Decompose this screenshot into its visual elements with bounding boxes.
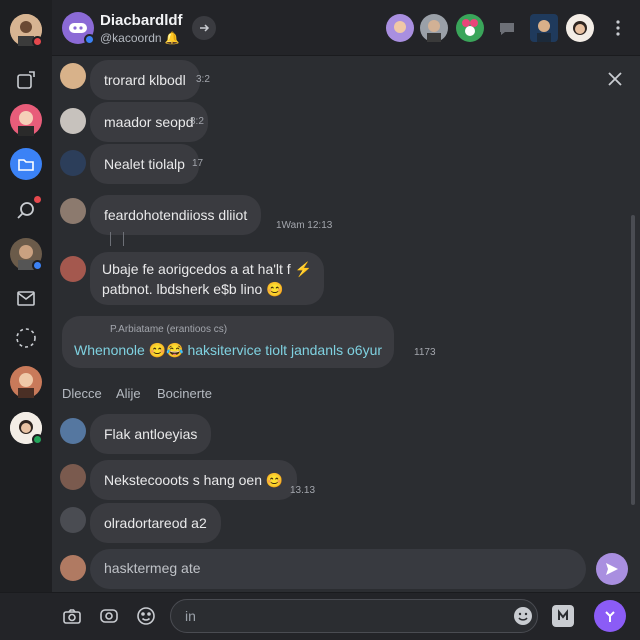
notification-dot-icon xyxy=(32,194,43,205)
message-time: 3:2 xyxy=(190,116,204,127)
list-item: Ubaje fe aorigcedos a at ha'lt f ⚡ patbn… xyxy=(90,252,324,305)
emoji-icon[interactable] xyxy=(512,605,534,627)
server-logo-icon[interactable] xyxy=(62,12,95,45)
mail-icon[interactable] xyxy=(10,282,42,314)
sticker-icon[interactable] xyxy=(134,604,158,628)
verified-dot-icon xyxy=(84,34,95,45)
server-avatar-4[interactable] xyxy=(10,412,43,445)
message-time: 1Wam 12:13 xyxy=(276,220,333,231)
camera-icon[interactable] xyxy=(60,604,84,628)
folder-icon[interactable] xyxy=(10,148,42,180)
online-dot-icon xyxy=(32,434,43,445)
list-item: Nekstecooots s hang oen 😊 xyxy=(90,460,298,500)
gif-icon[interactable] xyxy=(552,605,574,627)
member-avatar-5[interactable] xyxy=(566,14,594,42)
user-avatar[interactable] xyxy=(10,14,43,47)
list-item: olradortareod a2 xyxy=(90,503,221,543)
inbox-icon[interactable] xyxy=(10,64,42,96)
status-dot-icon xyxy=(32,36,43,47)
message-time: 13.13 xyxy=(290,485,316,496)
avatar[interactable] xyxy=(60,507,86,533)
server-avatar-2[interactable] xyxy=(10,238,43,271)
search-icon[interactable] xyxy=(10,194,43,226)
voice-button[interactable] xyxy=(594,600,626,632)
avatar[interactable] xyxy=(60,464,86,490)
server-avatar-1[interactable] xyxy=(10,104,42,136)
page-title: Diacbardldf xyxy=(100,12,183,29)
member-avatar-1[interactable] xyxy=(386,14,414,42)
message-input[interactable]: in xyxy=(170,599,538,633)
list-item: P.Arbiatame (erantioos cs) Whenonole 😊😂 … xyxy=(62,316,395,368)
list-item: Flak antloeyias xyxy=(90,414,212,454)
member-avatar-3[interactable] xyxy=(456,14,484,42)
section-label[interactable]: Bocinerte xyxy=(157,386,212,401)
server-rail xyxy=(0,0,52,640)
thread-marker xyxy=(110,232,124,246)
avatar[interactable] xyxy=(60,198,86,224)
pin-icon[interactable] xyxy=(192,16,216,40)
message-draft[interactable]: hasktermeg ate xyxy=(90,549,586,589)
member-avatar-2[interactable] xyxy=(420,14,448,42)
message-bubble: Nekstecooots s hang oen 😊 xyxy=(90,460,298,500)
list-item: feardohotendiioss dliiot xyxy=(90,195,262,235)
member-avatar-4[interactable] xyxy=(530,14,558,42)
avatar[interactable] xyxy=(60,256,86,282)
chat-bubble-icon[interactable] xyxy=(496,18,518,40)
message-bubble: olradortareod a2 xyxy=(90,503,221,543)
list-item: trorard klbodl xyxy=(90,60,200,100)
list-item: Nealet tiolalp xyxy=(90,144,199,184)
message-bubble: trorard klbodl xyxy=(90,60,200,100)
chat-app: Diacbardldf @kacoordn 🔔 trorard klbodl 3… xyxy=(0,0,640,640)
message-time: 1173 xyxy=(414,347,436,358)
message-text: Whenonole 😊😂 haksitervice tiolt jandanls… xyxy=(74,342,383,358)
section-label[interactable]: Dlecce xyxy=(62,386,102,401)
message-bubble: Flak antloeyias xyxy=(90,414,212,454)
avatar[interactable] xyxy=(60,150,86,176)
message-bubble: feardohotendiioss dliiot xyxy=(90,195,262,235)
section-label[interactable]: Alije xyxy=(116,386,141,401)
server-avatar-3[interactable] xyxy=(10,366,42,398)
avatar[interactable] xyxy=(60,418,86,444)
close-icon[interactable] xyxy=(604,68,626,90)
chat-header: Diacbardldf @kacoordn 🔔 xyxy=(52,0,640,56)
message-time: 3:2 xyxy=(196,74,210,85)
gallery-icon[interactable] xyxy=(97,604,121,628)
avatar[interactable] xyxy=(60,108,86,134)
scrollbar[interactable] xyxy=(631,215,635,505)
page-subtitle: @kacoordn 🔔 xyxy=(100,31,180,45)
avatar[interactable] xyxy=(60,63,86,89)
send-button[interactable] xyxy=(596,553,628,585)
verified-dot-icon xyxy=(32,260,43,271)
quoted-reply: P.Arbiatame (erantioos cs) xyxy=(110,324,228,335)
message-bubble: Nealet tiolalp xyxy=(90,144,199,184)
loading-icon[interactable] xyxy=(10,322,42,354)
message-time: 17 xyxy=(192,158,204,169)
avatar[interactable] xyxy=(60,555,86,581)
message-bubble-quoted: P.Arbiatame (erantioos cs) Whenonole 😊😂 … xyxy=(62,316,395,368)
message-bubble: Ubaje fe aorigcedos a at ha'lt f ⚡ patbn… xyxy=(90,252,324,305)
more-options-icon[interactable] xyxy=(608,18,628,38)
